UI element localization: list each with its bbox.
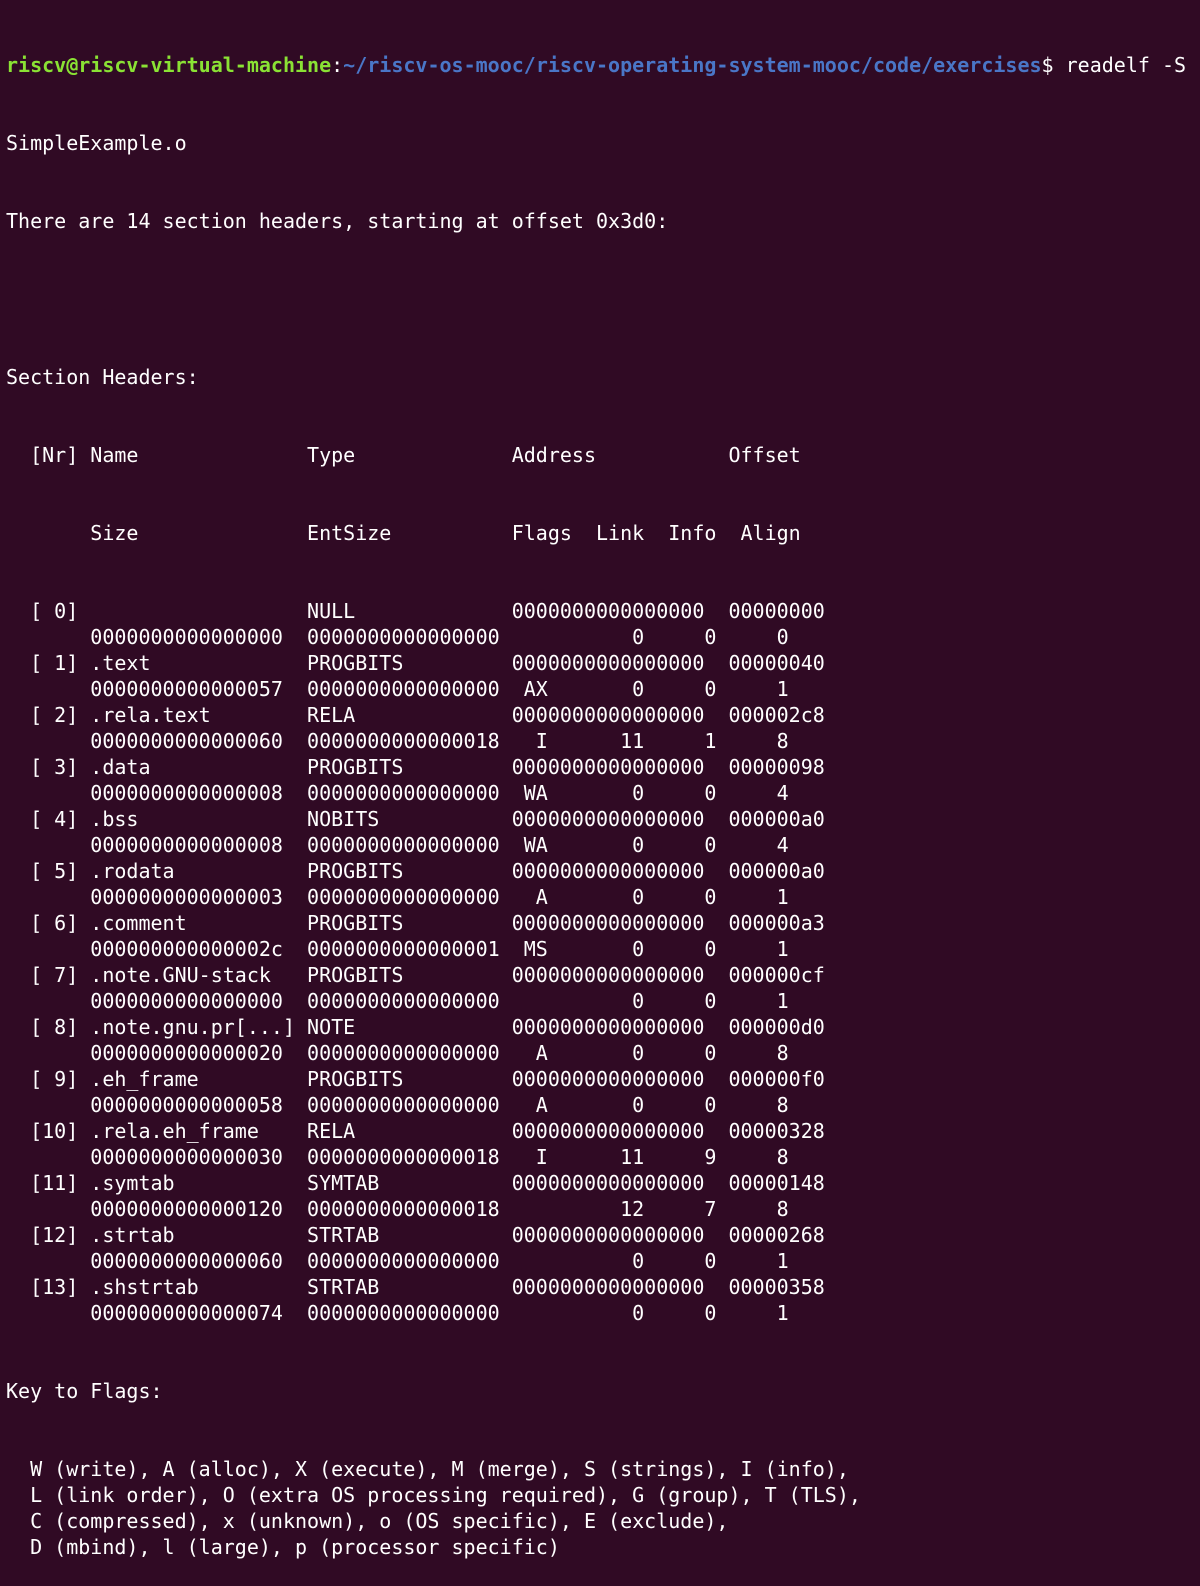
section-row-line: 0000000000000003 0000000000000000 A 0 0 … (6, 885, 789, 909)
flag-key-line: L (link order), O (extra OS processing r… (6, 1483, 861, 1507)
output-summary: There are 14 section headers, starting a… (6, 209, 669, 233)
section-row-line: [ 4] .bss NOBITS 0000000000000000 000000… (6, 807, 825, 831)
flag-key-line: D (mbind), l (large), p (processor speci… (6, 1535, 560, 1559)
section-row-line: 0000000000000074 0000000000000000 0 0 1 (6, 1301, 789, 1325)
section-row-line: 000000000000002c 0000000000000001 MS 0 0… (6, 937, 789, 961)
command-continuation: SimpleExample.o (6, 131, 187, 155)
section-row-line: [ 1] .text PROGBITS 0000000000000000 000… (6, 651, 825, 675)
section-row-line: [ 2] .rela.text RELA 0000000000000000 00… (6, 703, 825, 727)
command-text: readelf -S (1053, 53, 1187, 77)
section-row-line: [ 8] .note.gnu.pr[...] NOTE 000000000000… (6, 1015, 825, 1039)
key-to-flags-heading: Key to Flags: (6, 1379, 163, 1403)
section-row-line: 0000000000000058 0000000000000000 A 0 0 … (6, 1093, 789, 1117)
prompt-user-host: riscv@riscv-virtual-machine (6, 53, 332, 77)
section-row-line: 0000000000000000 0000000000000000 0 0 1 (6, 989, 789, 1013)
section-row-line: 0000000000000008 0000000000000000 WA 0 0… (6, 781, 789, 805)
section-row-line: [11] .symtab SYMTAB 0000000000000000 000… (6, 1171, 825, 1195)
flag-key-line: W (write), A (alloc), X (execute), M (me… (6, 1457, 849, 1481)
section-rows: [ 0] NULL 0000000000000000 00000000 0000… (6, 598, 1200, 1326)
section-row-line: [ 7] .note.GNU-stack PROGBITS 0000000000… (6, 963, 825, 987)
prompt-path: ~/riscv-os-mooc/riscv-operating-system-m… (343, 53, 1042, 77)
section-row-line: [13] .shstrtab STRTAB 0000000000000000 0… (6, 1275, 825, 1299)
section-row-line: 0000000000000120 0000000000000018 12 7 8 (6, 1197, 789, 1221)
column-header-line-2: Size EntSize Flags Link Info Align (6, 521, 801, 545)
section-row-line: [ 9] .eh_frame PROGBITS 0000000000000000… (6, 1067, 825, 1091)
prompt-symbol: $ (1041, 53, 1054, 77)
flag-key-line: C (compressed), x (unknown), o (OS speci… (6, 1509, 729, 1533)
prompt-separator: : (331, 53, 344, 77)
section-row-line: 0000000000000060 0000000000000000 0 0 1 (6, 1249, 789, 1273)
section-row-line: [ 0] NULL 0000000000000000 00000000 (6, 599, 825, 623)
section-row-line: 0000000000000060 0000000000000018 I 11 1… (6, 729, 789, 753)
section-row-line: 0000000000000008 0000000000000000 WA 0 0… (6, 833, 789, 857)
section-row-line: [12] .strtab STRTAB 0000000000000000 000… (6, 1223, 825, 1247)
prompt-line: riscv@riscv-virtual-machine:~/riscv-os-m… (6, 52, 1200, 78)
section-row-line: [ 3] .data PROGBITS 0000000000000000 000… (6, 755, 825, 779)
section-row-line: [ 5] .rodata PROGBITS 0000000000000000 0… (6, 859, 825, 883)
section-row-line: 0000000000000057 0000000000000000 AX 0 0… (6, 677, 789, 701)
key-to-flags-list: W (write), A (alloc), X (execute), M (me… (6, 1456, 1200, 1560)
terminal-window[interactable]: riscv@riscv-virtual-machine:~/riscv-os-m… (6, 0, 1200, 1559)
section-row-line: [ 6] .comment PROGBITS 0000000000000000 … (6, 911, 825, 935)
section-row-line: 0000000000000020 0000000000000000 A 0 0 … (6, 1041, 789, 1065)
section-row-line: [10] .rela.eh_frame RELA 000000000000000… (6, 1119, 825, 1143)
section-headers-title: Section Headers: (6, 365, 199, 389)
section-row-line: 0000000000000000 0000000000000000 0 0 0 (6, 625, 789, 649)
column-header-line-1: [Nr] Name Type Address Offset (6, 443, 801, 467)
section-row-line: 0000000000000030 0000000000000018 I 11 9… (6, 1145, 789, 1169)
